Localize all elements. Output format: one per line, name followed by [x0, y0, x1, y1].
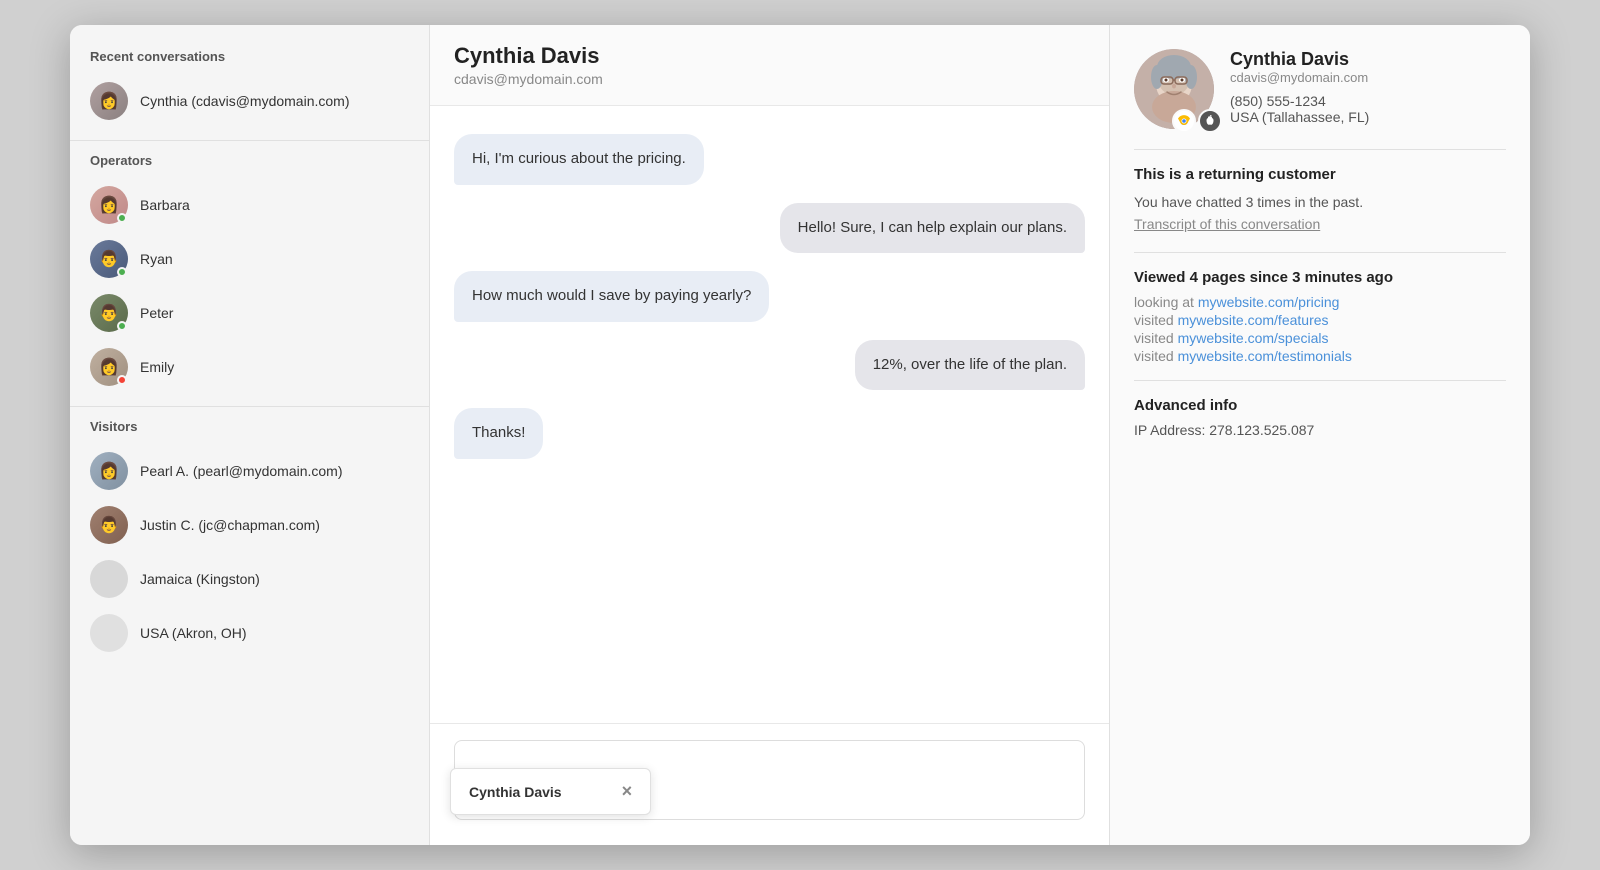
message-bubble: 12%, over the life of the plan.: [855, 340, 1085, 391]
notification-bar: Cynthia Davis ×: [450, 768, 651, 815]
divider: [1134, 252, 1506, 253]
visit-url[interactable]: mywebsite.com/features: [1178, 312, 1329, 328]
sidebar-item-cynthia[interactable]: 👩 Cynthia (cdavis@mydomain.com): [70, 74, 429, 128]
avatar-wrap: 👨: [90, 240, 128, 278]
chat-header-email: cdavis@mydomain.com: [454, 71, 1085, 87]
operators-label: Operators: [70, 153, 429, 178]
notification-close-button[interactable]: ×: [622, 781, 633, 802]
sidebar-item-name: Ryan: [140, 251, 173, 267]
sidebar-item-justin[interactable]: 👨 Justin C. (jc@chapman.com): [70, 498, 429, 552]
page-visit-row: looking at mywebsite.com/pricing: [1134, 294, 1506, 310]
avatar: 👩: [90, 82, 128, 120]
divider: [1134, 149, 1506, 150]
message-bubble: Hello! Sure, I can help explain our plan…: [780, 203, 1085, 254]
customer-location: USA (Tallahassee, FL): [1230, 109, 1506, 125]
sidebar-item-jamaica[interactable]: Jamaica (Kingston): [70, 552, 429, 606]
chrome-icon: [1172, 109, 1196, 133]
sidebar-divider: [70, 406, 429, 407]
customer-phone: (850) 555-1234: [1230, 93, 1506, 109]
transcript-link[interactable]: Transcript of this conversation: [1134, 216, 1320, 232]
customer-header: Cynthia Davis cdavis@mydomain.com (850) …: [1134, 49, 1506, 129]
apple-icon: [1198, 109, 1222, 133]
avatar: 👩: [90, 452, 128, 490]
customer-email: cdavis@mydomain.com: [1230, 70, 1506, 85]
visit-label: visited: [1134, 312, 1174, 328]
avatar: [90, 614, 128, 652]
avatar-wrap: [90, 560, 128, 598]
visit-label: visited: [1134, 348, 1174, 364]
visit-url[interactable]: mywebsite.com/specials: [1178, 330, 1329, 346]
customer-name: Cynthia Davis: [1230, 49, 1506, 70]
visit-url[interactable]: mywebsite.com/pricing: [1198, 294, 1340, 310]
status-dot: [117, 375, 127, 385]
message-bubble: How much would I save by paying yearly?: [454, 271, 769, 322]
avatar: 👨: [90, 506, 128, 544]
chat-panel: Cynthia Davis cdavis@mydomain.com Hi, I'…: [430, 25, 1110, 845]
sidebar-item-emily[interactable]: 👩 Emily: [70, 340, 429, 394]
message-bubble: Thanks!: [454, 408, 543, 459]
chat-header-name: Cynthia Davis: [454, 43, 1085, 69]
sidebar-item-name: USA (Akron, OH): [140, 625, 247, 641]
right-panel: Cynthia Davis cdavis@mydomain.com (850) …: [1110, 25, 1530, 845]
chat-header: Cynthia Davis cdavis@mydomain.com: [430, 25, 1109, 106]
advanced-info-heading: Advanced info: [1134, 397, 1506, 414]
avatar: [90, 560, 128, 598]
sidebar-item-peter[interactable]: 👨 Peter: [70, 286, 429, 340]
notification-name: Cynthia Davis: [469, 784, 562, 800]
pages-viewed-heading: Viewed 4 pages since 3 minutes ago: [1134, 269, 1506, 286]
avatar-wrap: 👩: [90, 186, 128, 224]
sidebar-item-name: Jamaica (Kingston): [140, 571, 260, 587]
sidebar-item-name: Pearl A. (pearl@mydomain.com): [140, 463, 343, 479]
sidebar-item-barbara[interactable]: 👩 Barbara: [70, 178, 429, 232]
avatar-wrap: 👩: [90, 452, 128, 490]
sidebar-item-name: Barbara: [140, 197, 190, 213]
sidebar-item-name: Justin C. (jc@chapman.com): [140, 517, 320, 533]
visit-url[interactable]: mywebsite.com/testimonials: [1178, 348, 1352, 364]
avatar-wrap: 👨: [90, 294, 128, 332]
visit-label: visited: [1134, 330, 1174, 346]
sidebar-item-usa-akron[interactable]: USA (Akron, OH): [70, 606, 429, 660]
visitors-label: Visitors: [70, 419, 429, 444]
recent-conversations-label: Recent conversations: [70, 49, 429, 74]
returning-customer-text: You have chatted 3 times in the past. Tr…: [1134, 191, 1506, 236]
sidebar-item-pearl[interactable]: 👩 Pearl A. (pearl@mydomain.com): [70, 444, 429, 498]
sidebar-item-name: Emily: [140, 359, 174, 375]
divider: [1134, 380, 1506, 381]
message-bubble: Hi, I'm curious about the pricing.: [454, 134, 704, 185]
sidebar-divider: [70, 140, 429, 141]
chat-messages: Hi, I'm curious about the pricing. Hello…: [430, 106, 1109, 723]
sidebar: Recent conversations 👩 Cynthia (cdavis@m…: [70, 25, 430, 845]
sidebar-item-ryan[interactable]: 👨 Ryan: [70, 232, 429, 286]
sidebar-item-name: Cynthia (cdavis@mydomain.com): [140, 93, 350, 109]
visit-label: looking at: [1134, 294, 1194, 310]
avatar-wrap: 👩: [90, 82, 128, 120]
page-visit-row: visited mywebsite.com/features: [1134, 312, 1506, 328]
ip-address: IP Address: 278.123.525.087: [1134, 422, 1506, 438]
returning-customer-heading: This is a returning customer: [1134, 166, 1506, 183]
status-dot: [117, 213, 127, 223]
page-visit-row: visited mywebsite.com/testimonials: [1134, 348, 1506, 364]
customer-info: Cynthia Davis cdavis@mydomain.com (850) …: [1230, 49, 1506, 125]
avatar-wrap: [90, 614, 128, 652]
customer-avatar-wrap: [1134, 49, 1214, 129]
browser-icons: [1172, 109, 1222, 133]
status-dot: [117, 267, 127, 277]
page-visit-row: visited mywebsite.com/specials: [1134, 330, 1506, 346]
sidebar-item-name: Peter: [140, 305, 173, 321]
status-dot: [117, 321, 127, 331]
avatar-wrap: 👨: [90, 506, 128, 544]
pages-list: looking at mywebsite.com/pricing visited…: [1134, 294, 1506, 364]
avatar-wrap: 👩: [90, 348, 128, 386]
